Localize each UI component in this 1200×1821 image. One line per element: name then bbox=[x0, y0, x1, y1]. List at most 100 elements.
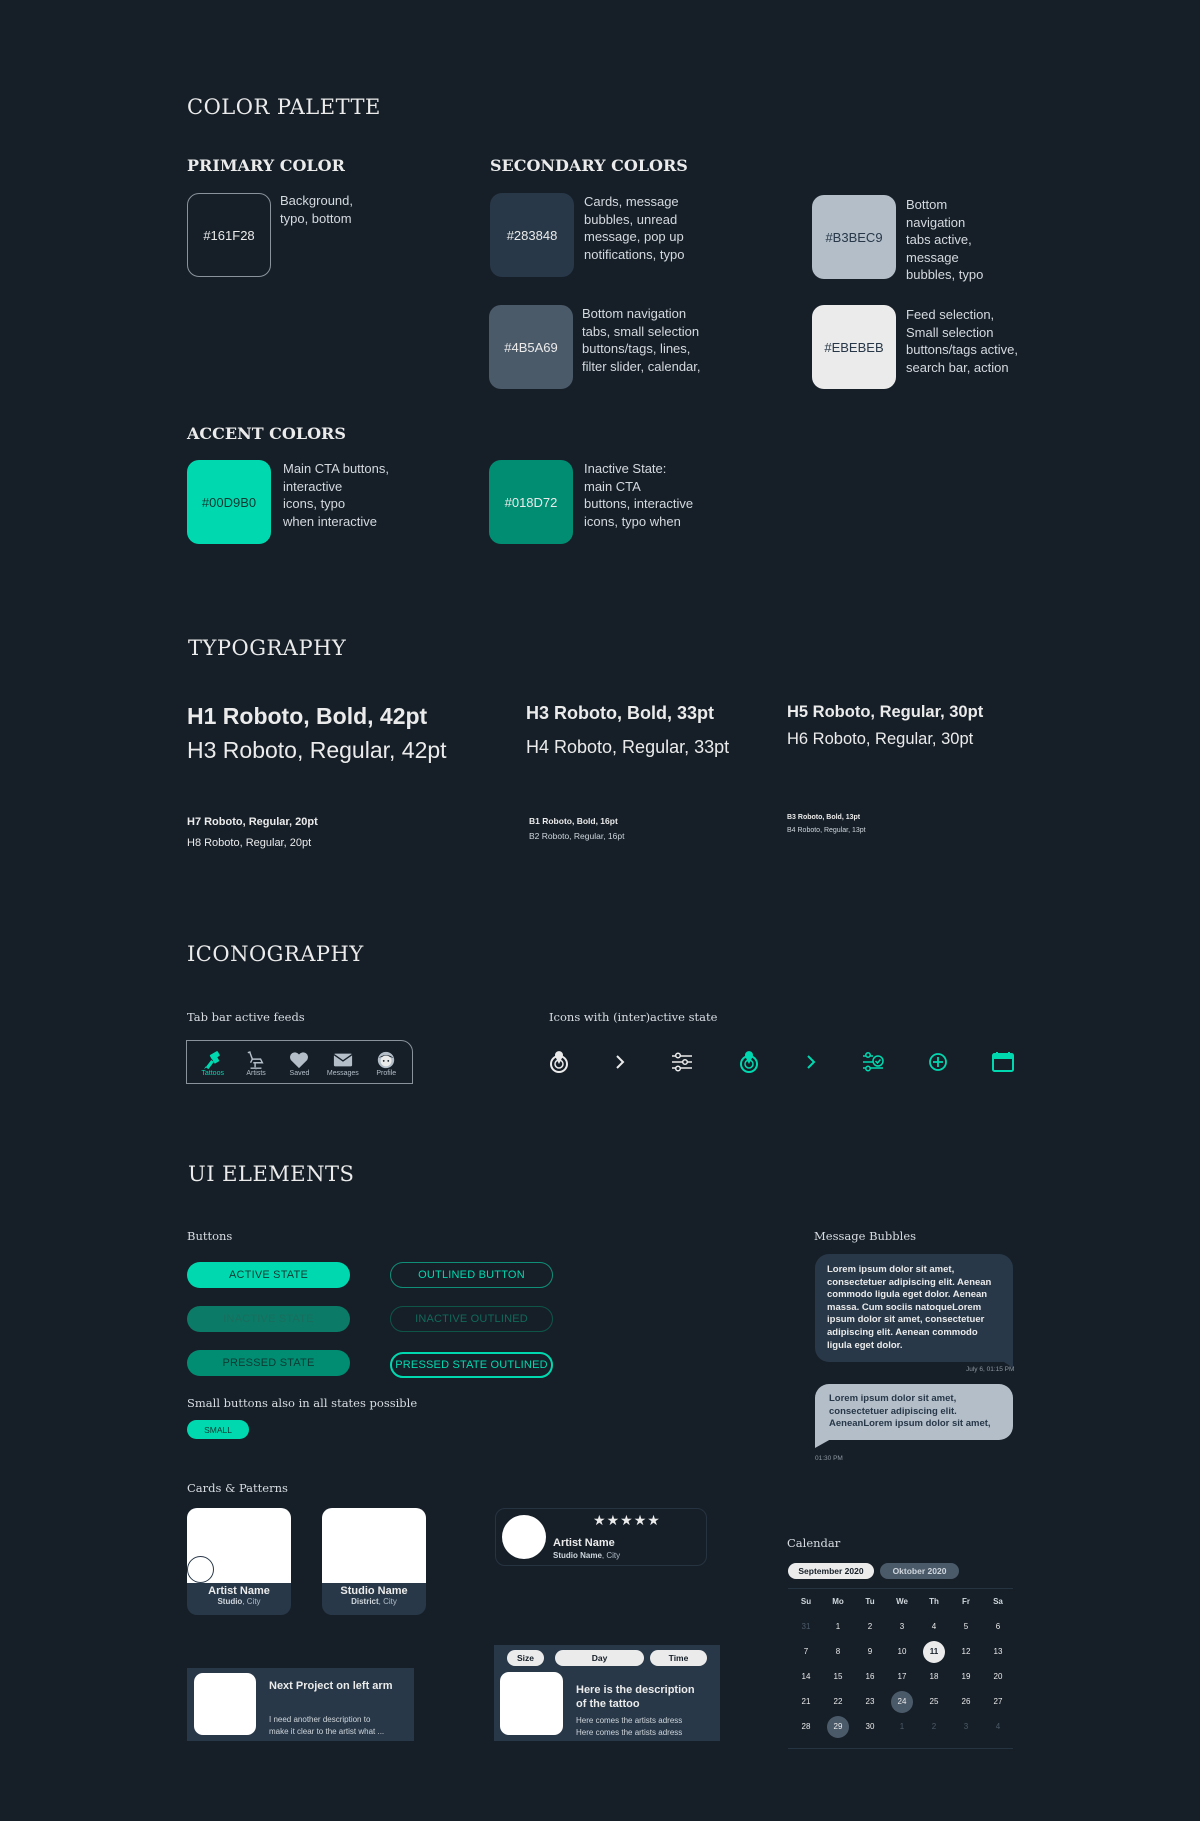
day-number: 15 bbox=[833, 1672, 843, 1681]
calendar-day[interactable]: 21 bbox=[790, 1689, 822, 1714]
day-number: 12 bbox=[961, 1647, 971, 1656]
card-sub: District, City bbox=[351, 1597, 397, 1606]
pressed-outlined-button[interactable]: PRESSED STATE OUTLINED bbox=[390, 1352, 553, 1378]
calendar-day[interactable]: 31 bbox=[790, 1614, 822, 1639]
day-number: 8 bbox=[835, 1647, 841, 1656]
calendar-day[interactable]: 15 bbox=[822, 1664, 854, 1689]
calendar-day[interactable]: 28 bbox=[790, 1714, 822, 1739]
typo-b3: B3 Roboto, Bold, 13pt bbox=[787, 814, 861, 821]
calendar-day[interactable]: 23 bbox=[854, 1689, 886, 1714]
calendar-day[interactable]: 26 bbox=[950, 1689, 982, 1714]
calendar-icon[interactable] bbox=[991, 1050, 1015, 1079]
calendar-day[interactable]: 10 bbox=[886, 1639, 918, 1664]
swatch-hex: #161F28 bbox=[203, 227, 255, 243]
avatar bbox=[187, 1556, 214, 1583]
tattoo-address: Here comes the artists adress Here comes … bbox=[576, 1716, 683, 1737]
swatch-018d72-desc: Inactive State: main CTA buttons, interact… bbox=[584, 461, 694, 529]
calendar-day[interactable]: 4 bbox=[982, 1714, 1014, 1739]
studio-grid-card[interactable]: Studio Name District, City bbox=[322, 1508, 426, 1615]
month-tab-september[interactable]: September 2020 bbox=[788, 1563, 874, 1579]
filter-sliders-icon[interactable] bbox=[670, 1050, 694, 1079]
calendar-day[interactable]: 19 bbox=[950, 1664, 982, 1689]
star-icon: ★ bbox=[620, 1512, 634, 1528]
calendar-day[interactable]: 7 bbox=[790, 1639, 822, 1664]
chip-day[interactable]: Day bbox=[555, 1650, 644, 1666]
calendar-day[interactable]: 6 bbox=[982, 1614, 1014, 1639]
tattoo-chair-icon bbox=[247, 1051, 264, 1069]
tab-saved[interactable]: Saved bbox=[278, 1050, 320, 1077]
buttons-label: Buttons bbox=[187, 1229, 233, 1243]
tattoo-image bbox=[500, 1672, 563, 1735]
small-button[interactable]: SMALL bbox=[187, 1420, 249, 1439]
inactive-outlined-button[interactable]: INACTIVE OUTLINED bbox=[390, 1306, 553, 1332]
day-number: 16 bbox=[865, 1672, 875, 1681]
day-number: 19 bbox=[961, 1672, 971, 1681]
pressed-state-button[interactable]: PRESSED STATE bbox=[187, 1350, 350, 1376]
calendar-day[interactable]: 2 bbox=[918, 1714, 950, 1739]
calendar-day[interactable]: 30 bbox=[854, 1714, 886, 1739]
artist-row-card[interactable]: ★★★★★ Artist Name Studio Name, City bbox=[495, 1508, 707, 1566]
tattoo-machine-icon bbox=[203, 1051, 220, 1070]
incoming-timestamp: July 6, 01:15 PM bbox=[966, 1366, 1015, 1373]
message-bubbles-label: Message Bubbles bbox=[814, 1229, 917, 1243]
plus-circle-icon[interactable] bbox=[926, 1050, 950, 1079]
tattoo-card[interactable]: Size Day Time Here is the description of … bbox=[494, 1645, 720, 1741]
calendar-day[interactable]: 8 bbox=[822, 1639, 854, 1664]
location-pin-icon[interactable] bbox=[547, 1050, 571, 1079]
calendar-day[interactable]: 14 bbox=[790, 1664, 822, 1689]
calendar-day[interactable]: 17 bbox=[886, 1664, 918, 1689]
day-number: 26 bbox=[961, 1697, 971, 1706]
day-number: 3 bbox=[963, 1722, 969, 1731]
calendar-day[interactable]: 24 bbox=[886, 1689, 918, 1714]
month-tab-october[interactable]: Oktober 2020 bbox=[880, 1563, 959, 1579]
day-number: 25 bbox=[929, 1697, 939, 1706]
project-card[interactable]: Next Project on left arm I need another … bbox=[187, 1668, 414, 1741]
outlined-button[interactable]: OUTLINED BUTTON bbox=[390, 1262, 553, 1288]
day-number: 2 bbox=[931, 1722, 937, 1731]
chip-size[interactable]: Size bbox=[507, 1650, 544, 1666]
tab-messages[interactable]: Messages bbox=[322, 1050, 364, 1077]
calendar-day[interactable]: 13 bbox=[982, 1639, 1014, 1664]
day-number: 13 bbox=[993, 1647, 1003, 1656]
location-pin-icon-active[interactable] bbox=[737, 1050, 761, 1079]
calendar-day[interactable]: 9 bbox=[854, 1639, 886, 1664]
chevron-right-icon-active[interactable] bbox=[799, 1050, 823, 1079]
calendar-day[interactable]: 27 bbox=[982, 1689, 1014, 1714]
swatch-hex: #018D72 bbox=[504, 494, 558, 510]
day-number: 3 bbox=[899, 1622, 905, 1631]
inactive-state-button[interactable]: INACTIVE STATE bbox=[187, 1306, 350, 1332]
tab-profile[interactable]: Profile bbox=[365, 1050, 407, 1077]
artist-name: Artist Name bbox=[553, 1537, 615, 1549]
calendar-day[interactable]: 1 bbox=[886, 1714, 918, 1739]
chip-time[interactable]: Time bbox=[650, 1650, 707, 1666]
calendar-day[interactable]: 12 bbox=[950, 1639, 982, 1664]
day-number: 6 bbox=[995, 1622, 1001, 1631]
day-number: 28 bbox=[801, 1722, 811, 1731]
calendar-day[interactable]: 5 bbox=[950, 1614, 982, 1639]
calendar-day[interactable]: 20 bbox=[982, 1664, 1014, 1689]
calendar-day[interactable]: 4 bbox=[918, 1614, 950, 1639]
calendar-day[interactable]: 18 bbox=[918, 1664, 950, 1689]
tab-artists[interactable]: Artists bbox=[235, 1050, 277, 1077]
calendar-day[interactable]: 11 bbox=[918, 1639, 950, 1664]
calendar-day[interactable]: 3 bbox=[950, 1714, 982, 1739]
weekday-label: Tu bbox=[865, 1597, 875, 1606]
day-number: 1 bbox=[835, 1622, 841, 1631]
calendar-day[interactable]: 3 bbox=[886, 1614, 918, 1639]
calendar-day[interactable]: 2 bbox=[854, 1614, 886, 1639]
tab-tattoos[interactable]: Tattoos bbox=[192, 1050, 234, 1077]
calendar-day[interactable]: 29 bbox=[822, 1714, 854, 1739]
calendar-day[interactable]: 25 bbox=[918, 1689, 950, 1714]
heart-icon bbox=[290, 1052, 309, 1069]
chevron-right-icon[interactable] bbox=[608, 1050, 632, 1079]
section-title-ui-elements: UI ELEMENTS bbox=[188, 1162, 355, 1186]
artist-grid-card[interactable]: Artist Name Studio, City bbox=[187, 1508, 291, 1615]
calendar-day[interactable]: 22 bbox=[822, 1689, 854, 1714]
swatch-ebebeb-desc: Feed selection, Small selection buttons/ta… bbox=[906, 307, 1019, 375]
calendar-day[interactable]: 16 bbox=[854, 1664, 886, 1689]
active-state-button[interactable]: ACTIVE STATE bbox=[187, 1262, 350, 1288]
filter-check-icon[interactable] bbox=[861, 1050, 885, 1079]
calendar-day[interactable]: 1 bbox=[822, 1614, 854, 1639]
typo-h3-bold: H3 Roboto, Bold, 33pt bbox=[526, 703, 714, 723]
profile-face-icon bbox=[378, 1051, 395, 1069]
